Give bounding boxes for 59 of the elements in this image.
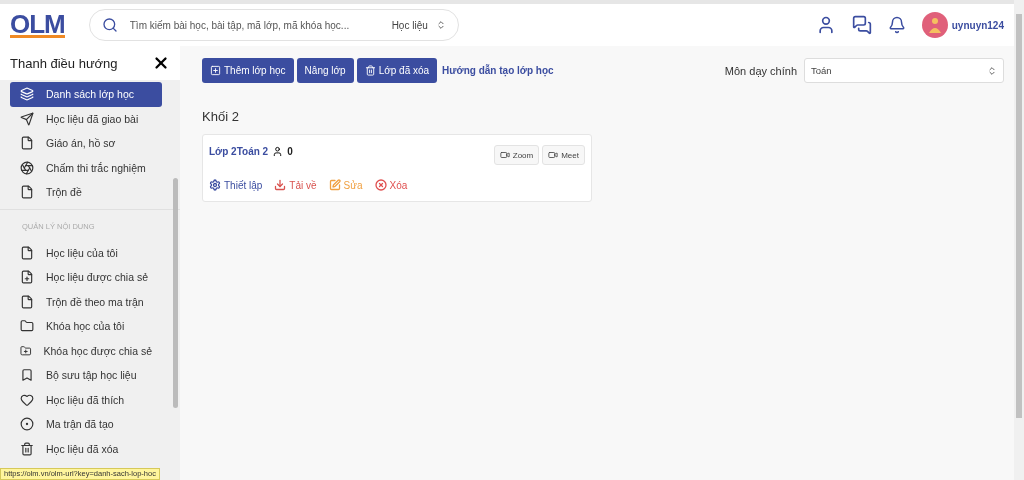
nav-icon — [20, 392, 34, 407]
username[interactable]: uynuyn124 — [951, 19, 1004, 31]
class-action[interactable]: Xóa — [374, 179, 408, 191]
nav-icon — [20, 270, 34, 285]
nav-icon — [20, 111, 34, 126]
sidebar-item[interactable]: Trộn đề theo ma trận — [10, 289, 162, 314]
class-name[interactable]: Lớp 2Toán 2 — [209, 145, 269, 157]
toolbar-button[interactable]: Nâng lớp — [296, 58, 354, 83]
subject-label: Môn dạy chính — [724, 64, 797, 77]
student-icon — [272, 145, 284, 157]
nav-icon — [20, 368, 34, 383]
sidebar-item[interactable]: Học liệu được chia sẻ — [10, 265, 162, 290]
sidebar-item[interactable]: Học liệu đã xóa — [10, 436, 162, 461]
nav-icon — [20, 160, 34, 175]
toolbar-button[interactable]: Thêm lớp học — [202, 58, 294, 83]
class-action[interactable]: Tải về — [274, 179, 317, 191]
nav-icon — [20, 294, 34, 309]
nav-icon — [20, 441, 34, 456]
nav-icon — [20, 417, 34, 432]
guide-link[interactable]: Hướng dẫn tạo lớp học — [442, 65, 554, 76]
logo[interactable]: OLM — [10, 12, 65, 38]
sidebar-title: Thanh điều hướng — [10, 55, 118, 71]
sidebar-item[interactable]: Khóa học được chia sẻ — [10, 338, 162, 363]
sidebar-item[interactable]: Ma trận đã tạo — [10, 412, 162, 437]
close-icon[interactable] — [152, 54, 170, 72]
nav-icon — [20, 185, 34, 200]
trash-icon — [364, 65, 376, 76]
nav-icon — [20, 136, 34, 151]
sidebar-item[interactable]: Học liệu của tôi — [10, 240, 162, 265]
grade-title: Khối 2 — [202, 109, 240, 124]
meeting-button[interactable]: Zoom — [493, 145, 540, 165]
sidebar-item[interactable]: Trộn đề — [10, 180, 162, 205]
nav-icon — [20, 343, 32, 358]
chat-icon[interactable] — [851, 15, 872, 35]
sidebar-item[interactable]: Giáo án, hồ sơ — [10, 131, 162, 156]
bell-icon[interactable] — [887, 16, 906, 34]
meeting-button[interactable]: Meet — [542, 145, 585, 165]
nav-icon — [20, 319, 34, 334]
toolbar-button[interactable]: Lớp đã xóa — [356, 58, 438, 83]
student-count: 0 — [287, 145, 293, 157]
sort-icon — [987, 65, 997, 76]
sidebar-item[interactable]: Học liệu đã thích — [10, 387, 162, 412]
scope-dropdown[interactable]: Học liệu — [391, 19, 446, 31]
nav-icon — [20, 245, 34, 260]
search-icon — [101, 17, 118, 33]
search-input[interactable]: Tìm kiếm bài học, bài tập, mã lớp, mã khóa học... — [127, 18, 382, 32]
class-action[interactable]: Thiết lập — [209, 179, 263, 191]
sidebar-item[interactable]: Học liệu đã giao bài — [10, 106, 162, 131]
sidebar-item[interactable]: Bộ sưu tập học liệu — [10, 363, 162, 388]
video-icon — [548, 150, 559, 160]
sidebar-item[interactable]: Khóa học của tôi — [10, 314, 162, 339]
subject-select[interactable]: Toán — [804, 58, 1004, 83]
nav-icon — [20, 87, 34, 102]
sort-icon — [435, 20, 446, 30]
sidebar-item[interactable]: Chấm thi trắc nghiệm — [10, 155, 162, 180]
avatar[interactable] — [921, 12, 948, 38]
plus-icon — [210, 65, 221, 76]
video-icon — [499, 150, 510, 160]
sidebar-item[interactable]: Danh sách lớp học — [10, 82, 162, 107]
